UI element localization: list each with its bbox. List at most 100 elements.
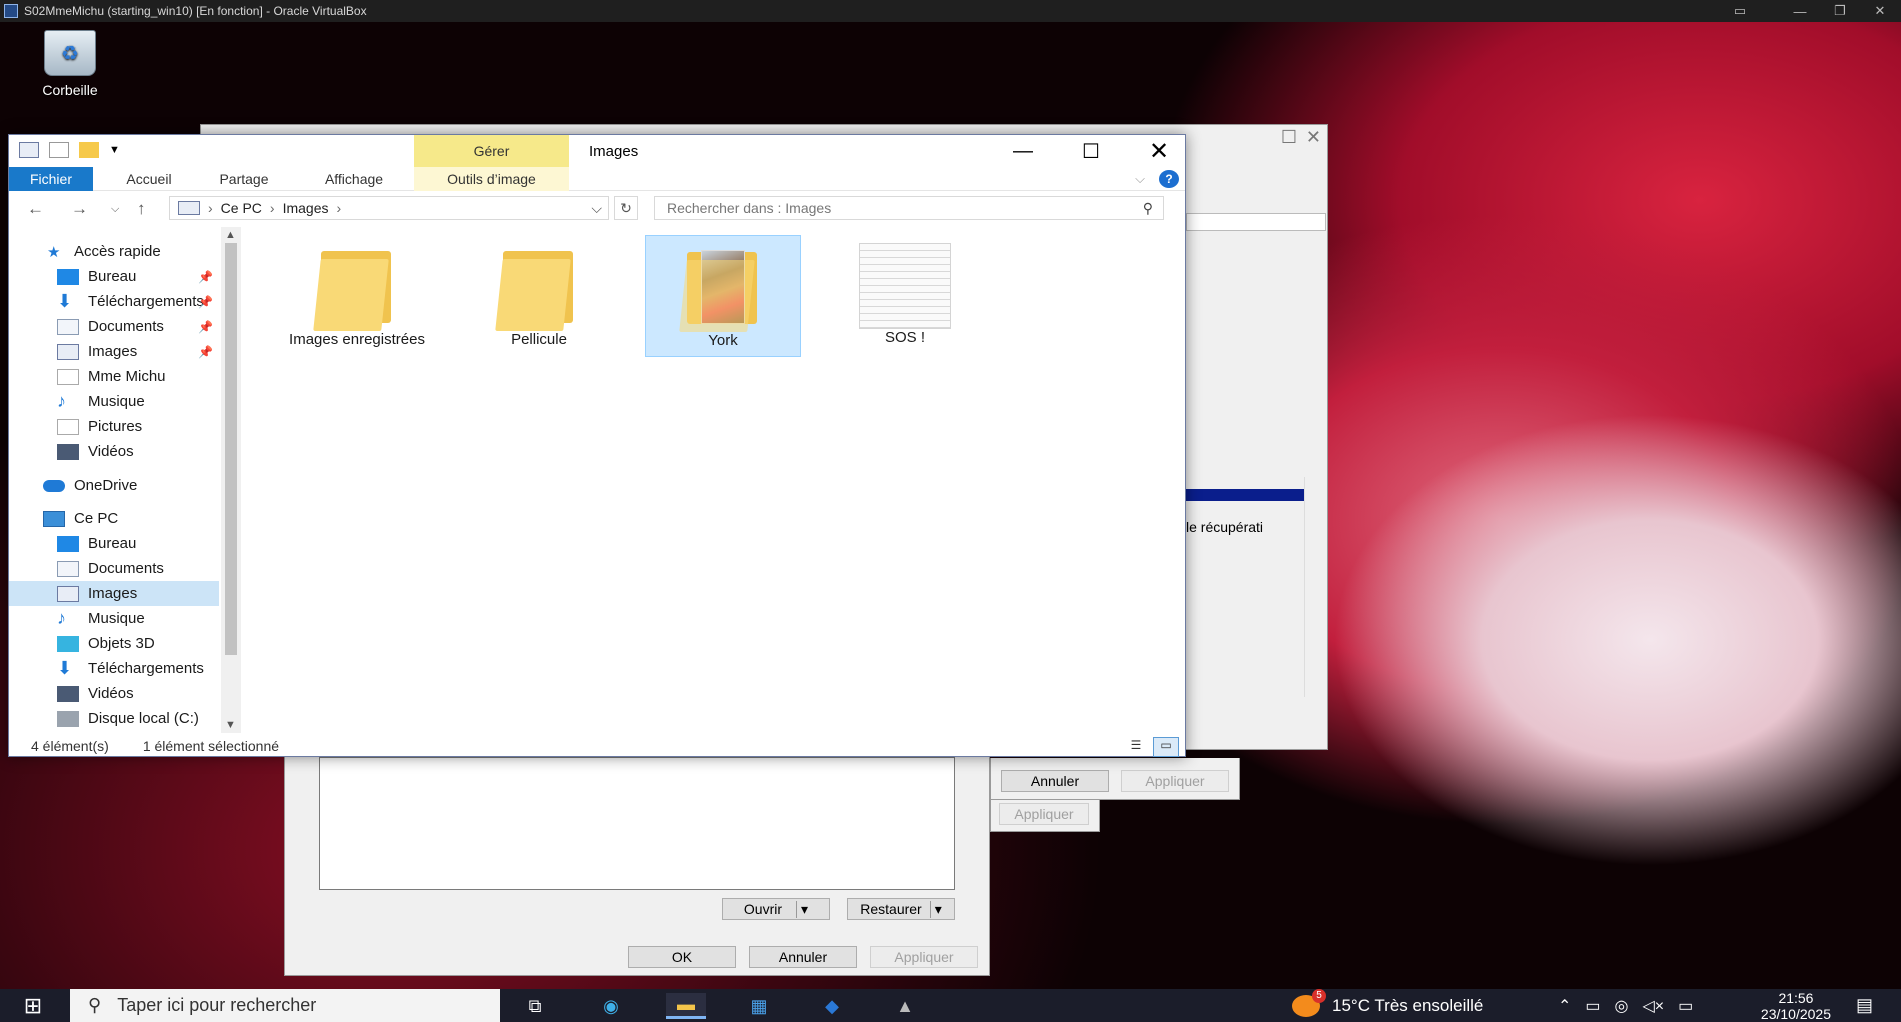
sidebar-item-this-pc[interactable]: Ce PC <box>9 506 219 531</box>
recycle-bin-shortcut[interactable]: ♻ Corbeille <box>28 30 112 98</box>
cloud-icon <box>43 479 65 492</box>
documents-icon <box>57 318 79 335</box>
text-document-icon <box>859 243 951 329</box>
close-button[interactable]: ✕ <box>1125 135 1193 167</box>
recovery-text: le récupérati <box>1186 519 1264 535</box>
sidebar-item-pc-videos[interactable]: Vidéos <box>9 681 219 706</box>
graduation-cap-icon[interactable]: ▲ <box>888 993 922 1019</box>
recycle-bin-label: Corbeille <box>42 82 98 98</box>
apply-button[interactable]: Appliquer <box>870 946 978 968</box>
microsoft-store-icon[interactable]: ▦ <box>742 993 776 1019</box>
apply-button-c[interactable]: Appliquer <box>999 803 1089 825</box>
open-button[interactable]: Ouvrir ▾ <box>722 898 830 920</box>
maximize-button[interactable]: ☐ <box>1057 135 1125 167</box>
chevron-down-icon[interactable]: ▾ <box>796 900 808 918</box>
speaker-muted-icon[interactable]: ◁× <box>1643 996 1665 1016</box>
refresh-icon[interactable]: ↻ <box>614 196 638 220</box>
chevron-down-icon[interactable]: ▾ <box>929 900 942 918</box>
properties-icon[interactable] <box>49 142 69 158</box>
scroll-down-icon[interactable]: ▼ <box>225 719 236 731</box>
folder-item-images-enregistrees[interactable]: Images enregistrées <box>279 235 435 357</box>
network-icon[interactable]: ▭ <box>1678 996 1693 1016</box>
scrollbar-thumb[interactable] <box>225 243 237 655</box>
background-maximize-icon[interactable]: ☐ <box>1281 127 1297 148</box>
taskbar-search-box[interactable]: ⚲ Taper ici pour rechercher <box>70 989 500 1022</box>
large-icons-view-icon[interactable]: ▭ <box>1153 737 1179 757</box>
sidebar-item-pc-images[interactable]: Images <box>9 581 219 606</box>
weather-widget[interactable]: 5 15°C Très ensoleillé <box>1292 988 1483 1022</box>
restore-button[interactable]: Restaurer ▾ <box>847 898 955 920</box>
pin-icon[interactable]: 📌 <box>198 295 213 309</box>
background-close-icon[interactable]: ✕ <box>1306 127 1321 148</box>
battery-icon[interactable]: ▭ <box>1585 996 1600 1016</box>
vbox-minimize-button[interactable]: — <box>1780 0 1820 22</box>
sidebar-item-pc-documents[interactable]: Documents <box>9 556 219 581</box>
tab-image-tools[interactable]: Outils d’image <box>414 167 569 191</box>
address-dropdown-icon[interactable]: ⌵ <box>591 200 602 217</box>
folder-item-pellicule[interactable]: Pellicule <box>461 235 617 357</box>
webcam-icon[interactable]: ◎ <box>1615 996 1629 1016</box>
sidebar-item-downloads[interactable]: ⬇ Téléchargements 📌 <box>9 289 219 314</box>
sidebar-item-music[interactable]: ♪ Musique <box>9 389 219 414</box>
breadcrumb-this-pc[interactable]: Ce PC <box>221 200 262 216</box>
sidebar-item-pc-music[interactable]: ♪ Musique <box>9 606 219 631</box>
taskbar-clock[interactable]: 21:56 23/10/2025 <box>1761 990 1831 1022</box>
sidebar-item-pc-downloads[interactable]: ⬇ Téléchargements <box>9 656 219 681</box>
breadcrumb-images[interactable]: Images <box>283 200 329 216</box>
background-header-field <box>1186 213 1326 231</box>
notifications-icon[interactable]: ▤ <box>1856 989 1873 1022</box>
edge-browser-icon[interactable]: ◉ <box>594 993 628 1019</box>
cancel-button-b[interactable]: Annuler <box>1001 770 1109 792</box>
address-bar[interactable]: › Ce PC › Images › ⌵ <box>169 196 609 220</box>
task-view-icon[interactable]: ⧉ <box>518 993 552 1019</box>
vbox-screen-icon[interactable]: ▭ <box>1720 0 1760 22</box>
sidebar-item-videos[interactable]: Vidéos <box>9 439 219 464</box>
file-item-sos[interactable]: SOS ! <box>827 235 983 357</box>
new-folder-icon[interactable] <box>79 142 99 158</box>
cancel-button[interactable]: Annuler <box>749 946 857 968</box>
sidebar-item-pictures[interactable]: Pictures <box>9 414 219 439</box>
outlook-icon[interactable]: ◆ <box>815 993 849 1019</box>
pin-icon[interactable]: 📌 <box>198 320 213 334</box>
forward-arrow-icon[interactable]: → <box>71 199 88 219</box>
sidebar-item-pc-bureau[interactable]: Bureau <box>9 531 219 556</box>
sidebar-item-documents[interactable]: Documents 📌 <box>9 314 219 339</box>
sidebar-item-images[interactable]: Images 📌 <box>9 339 219 364</box>
scroll-up-icon[interactable]: ▲ <box>225 229 236 241</box>
vbox-restore-button[interactable]: ❐ <box>1820 0 1860 22</box>
search-input[interactable]: Rechercher dans : Images ⚲ <box>654 196 1164 220</box>
vbox-close-button[interactable]: ✕ <box>1860 0 1900 22</box>
selection-count: 1 élément sélectionné <box>142 738 280 754</box>
tab-share[interactable]: Partage <box>204 167 284 191</box>
customize-toolbar-icon[interactable]: ▼ <box>109 144 120 156</box>
folder-icon <box>313 245 397 331</box>
sidebar-item-local-disk[interactable]: Disque local (C:) <box>9 706 219 731</box>
sidebar-scrollbar[interactable]: ▲ ▼ <box>221 227 241 733</box>
sidebar-item-3d-objects[interactable]: Objets 3D <box>9 631 219 656</box>
tab-home[interactable]: Accueil <box>109 167 189 191</box>
back-arrow-icon[interactable]: ← <box>27 199 44 219</box>
pin-icon[interactable]: 📌 <box>198 345 213 359</box>
sidebar-item-onedrive[interactable]: OneDrive <box>9 473 219 498</box>
minimize-button[interactable]: — <box>989 135 1057 167</box>
sidebar-item-bureau[interactable]: Bureau 📌 <box>9 264 219 289</box>
expand-ribbon-icon[interactable]: ⌵ <box>1135 171 1145 187</box>
ok-button[interactable]: OK <box>628 946 736 968</box>
apply-button-b[interactable]: Appliquer <box>1121 770 1229 792</box>
tab-file[interactable]: Fichier <box>9 167 93 191</box>
help-icon[interactable]: ? <box>1159 170 1179 188</box>
ribbon-tabs: Fichier Accueil Partage Affichage Outils… <box>9 167 1185 191</box>
up-arrow-icon[interactable]: ↑ <box>137 199 146 219</box>
recent-locations-icon[interactable]: ⌵ <box>111 203 119 216</box>
manage-contextual-tab[interactable]: Gérer <box>414 135 569 167</box>
windows-start-icon[interactable]: ⊞ <box>0 989 66 1022</box>
chevron-up-icon[interactable]: ⌃ <box>1558 996 1571 1016</box>
details-view-icon[interactable]: ☰ <box>1123 737 1149 757</box>
sidebar-item-mme-michu[interactable]: Mme Michu <box>9 364 219 389</box>
tab-view[interactable]: Affichage <box>309 167 399 191</box>
folder-item-york[interactable]: York <box>645 235 801 357</box>
sidebar-item-quick-access[interactable]: ★ Accès rapide <box>9 239 219 264</box>
pin-icon[interactable]: 📌 <box>198 270 213 284</box>
background-scrollbar[interactable] <box>1304 477 1322 697</box>
file-explorer-taskbar-icon[interactable]: ▬ <box>666 993 706 1019</box>
